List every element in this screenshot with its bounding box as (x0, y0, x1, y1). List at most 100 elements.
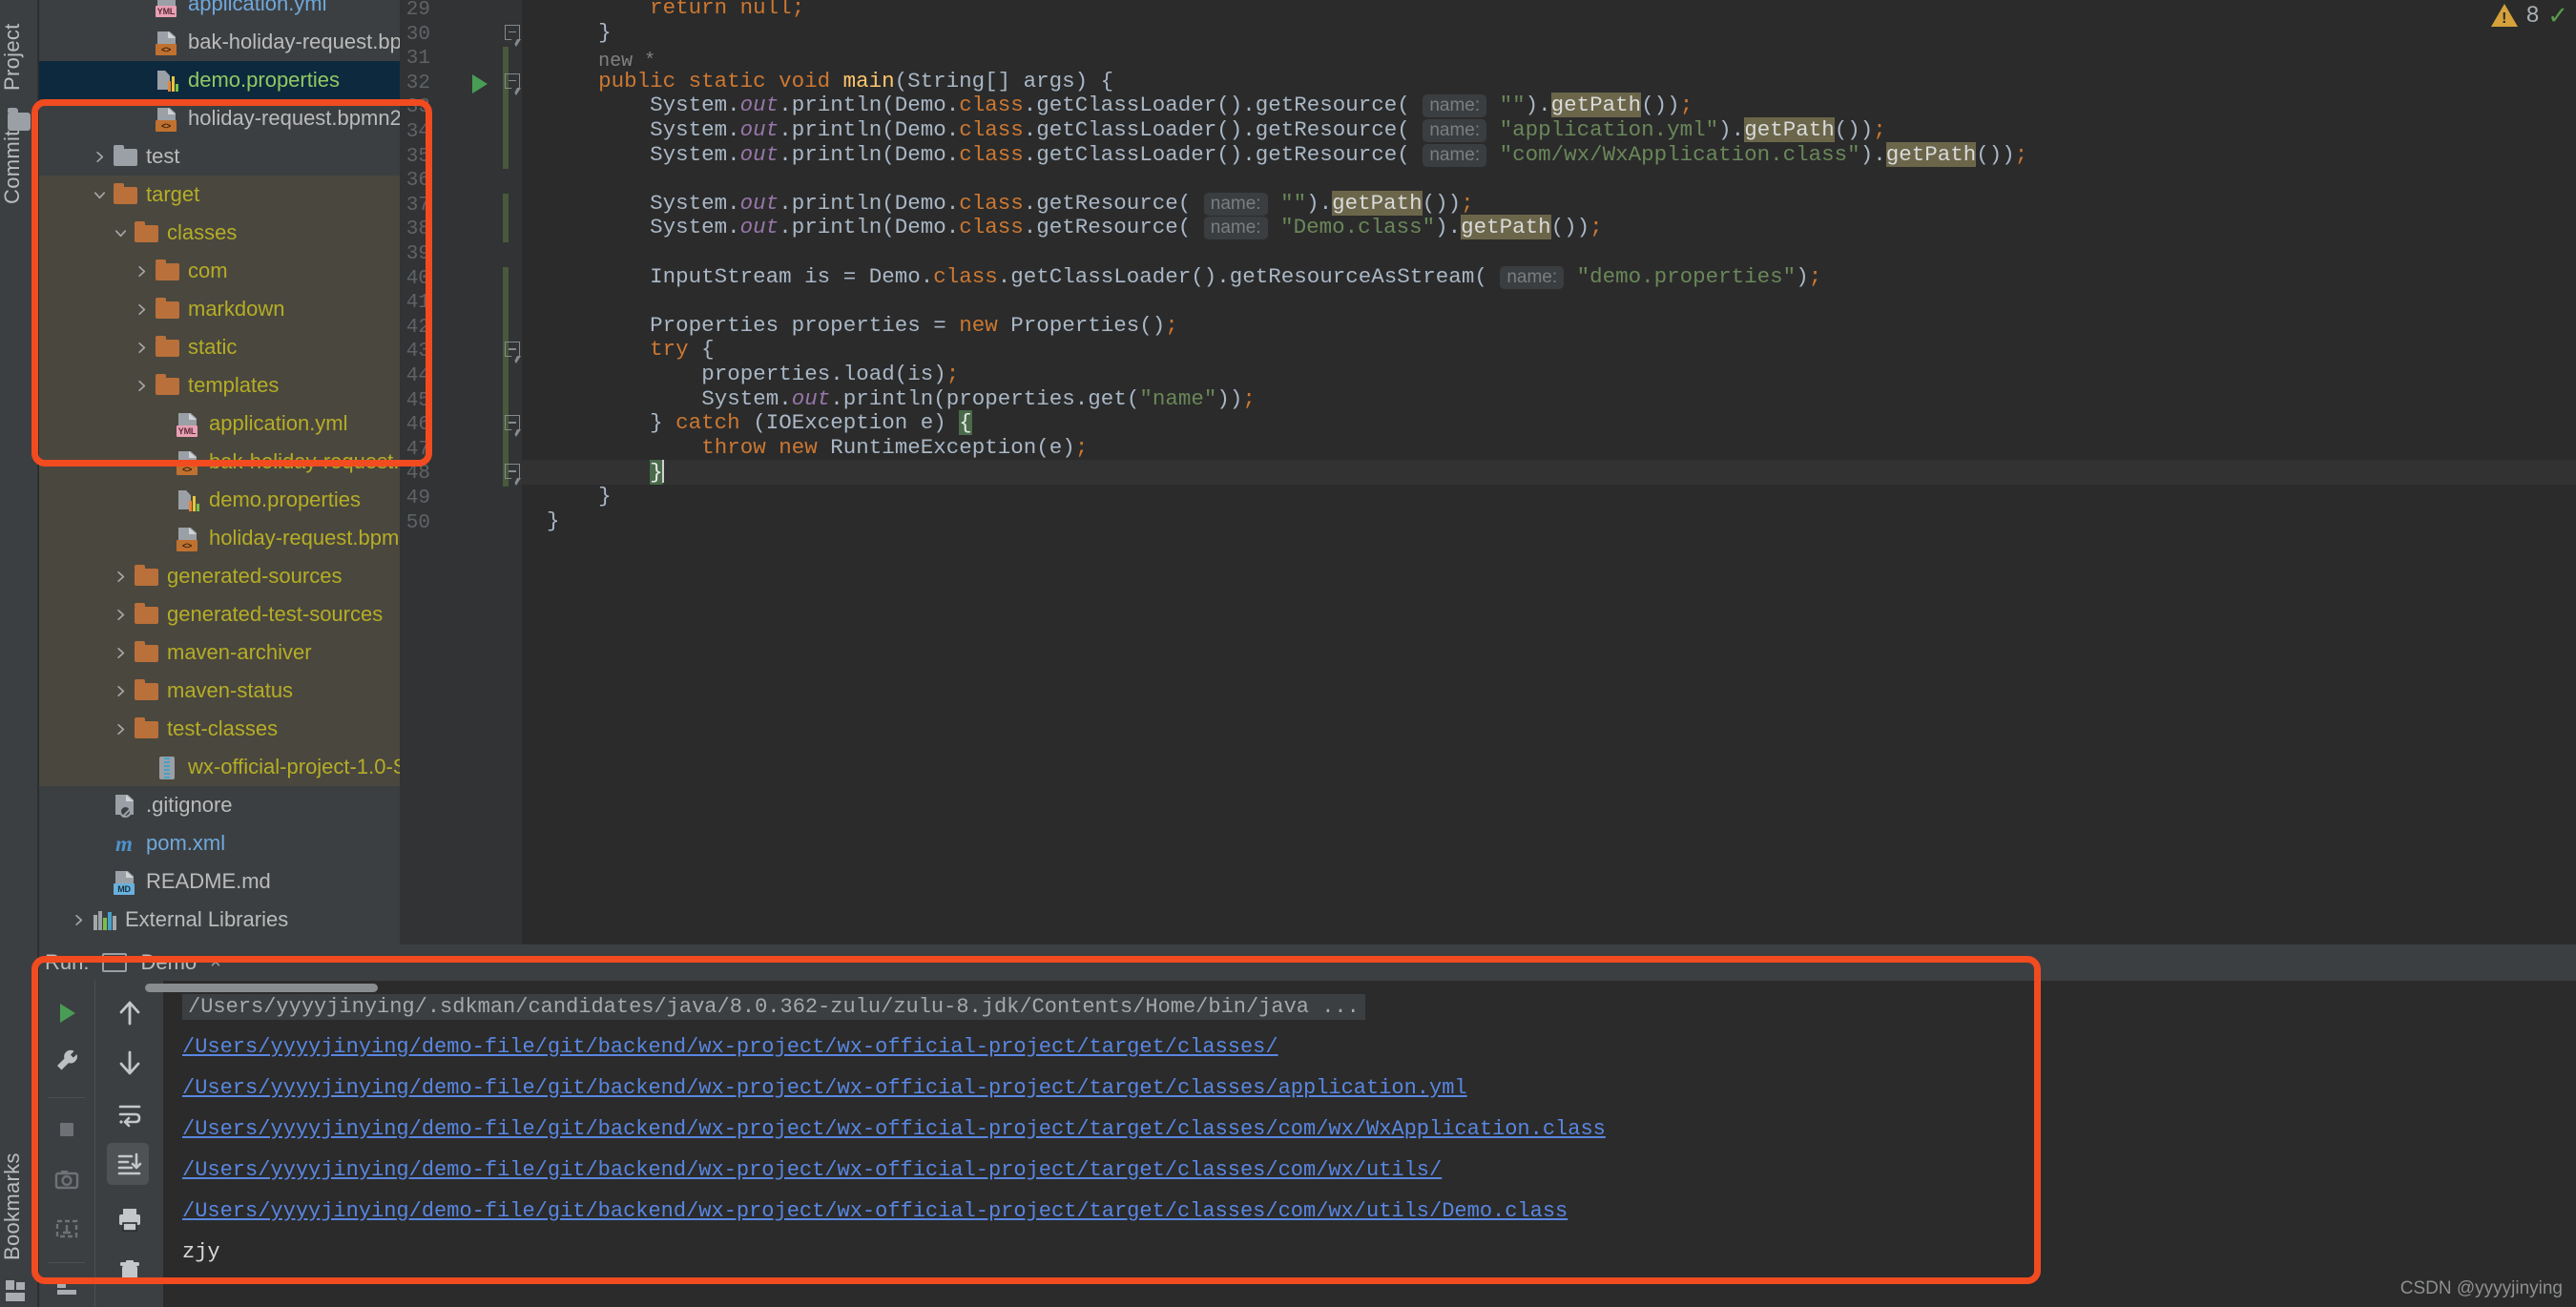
tree-row[interactable]: YML application.yml (39, 405, 400, 443)
console-output[interactable]: /Users/yyyyjinying/.sdkman/candidates/ja… (163, 981, 2576, 1307)
tree-row[interactable]: demo.properties (39, 61, 400, 99)
tree-row[interactable]: static (39, 328, 400, 366)
code-line[interactable] (522, 240, 547, 265)
code-line[interactable]: try { (522, 338, 715, 363)
code-token: null (739, 0, 792, 20)
tree-row[interactable]: generated-sources (39, 557, 400, 595)
chevron-right-icon[interactable] (108, 646, 133, 660)
tree-row[interactable]: External Libraries (39, 901, 400, 939)
code-line[interactable]: System.out.println(Demo.class.getClassLo… (522, 117, 1886, 143)
tree-row[interactable]: <>holiday-request.bpmn20.xml (39, 519, 400, 557)
tree-row[interactable]: wx-official-project-1.0-SNAPSHOT.jar (39, 748, 400, 786)
code-fold-icon[interactable] (503, 24, 522, 48)
console-file-link[interactable]: /Users/yyyyjinying/demo-file/git/backend… (182, 1117, 1606, 1141)
code-line[interactable] (522, 45, 547, 70)
tool-button-commit[interactable]: Commit (0, 57, 38, 277)
code-line[interactable]: properties.load(is); (522, 362, 959, 387)
code-fold-icon[interactable] (503, 464, 522, 487)
rerun-icon[interactable] (50, 996, 84, 1030)
pin-icon[interactable] (50, 1272, 84, 1306)
chevron-right-icon[interactable] (129, 302, 154, 317)
chevron-right-icon[interactable] (108, 570, 133, 584)
stop-icon[interactable] (50, 1112, 84, 1147)
scroll-up-icon[interactable] (113, 996, 147, 1030)
code-fold-icon[interactable] (503, 415, 522, 438)
chevron-right-icon[interactable] (108, 608, 133, 622)
inspection-widget[interactable]: 8 ✓ (2490, 2, 2568, 29)
console-file-link[interactable]: /Users/yyyyjinying/demo-file/git/backend… (182, 1035, 1278, 1059)
project-tree[interactable]: YML application.yml <> bak-holiday-request.… (39, 0, 400, 944)
code-line[interactable]: System.out.println(Demo.class.getResourc… (522, 215, 1603, 240)
close-icon[interactable]: × (210, 952, 221, 974)
console-file-link[interactable]: /Users/yyyyjinying/demo-file/git/backend… (182, 1158, 1442, 1182)
chevron-right-icon[interactable] (87, 150, 112, 164)
tree-row[interactable]: markdown (39, 290, 400, 328)
wrench-icon[interactable] (50, 1044, 84, 1078)
tree-row[interactable]: maven-archiver (39, 633, 400, 672)
tool-button-bookmarks[interactable]: Bookmarks (0, 1107, 38, 1307)
run-tab-demo[interactable]: Demo (140, 950, 197, 975)
chevron-right-icon[interactable] (129, 379, 154, 393)
chevron-down-icon[interactable] (108, 226, 133, 240)
code-line[interactable]: Properties properties = new Properties()… (522, 313, 1178, 339)
tree-row[interactable]: com (39, 252, 400, 290)
gitignore-file-icon (112, 793, 140, 818)
tree-row[interactable]: maven-status (39, 672, 400, 710)
chevron-right-icon[interactable] (129, 341, 154, 355)
code-line[interactable]: } (522, 460, 2576, 486)
scroll-to-end-icon[interactable] (113, 1147, 147, 1181)
camera-icon[interactable] (50, 1162, 84, 1196)
layout-icon[interactable] (50, 1212, 84, 1246)
tree-row[interactable]: test (39, 137, 400, 176)
tree-row[interactable]: YML application.yml (39, 0, 400, 23)
print-icon[interactable] (113, 1202, 147, 1236)
tree-row[interactable]: <>bak-holiday-request.bpmn20.xml (39, 23, 400, 61)
code-fold-icon[interactable] (503, 342, 522, 364)
code-line[interactable]: return null; (522, 0, 804, 21)
code-line[interactable] (522, 289, 547, 314)
run-toolbar-console[interactable] (94, 981, 163, 1307)
code-line[interactable] (522, 167, 547, 192)
console-file-link[interactable]: /Users/yyyyjinying/demo-file/git/backend… (182, 1076, 1467, 1100)
tree-row[interactable]: demo.properties (39, 481, 400, 519)
run-toolbar-left[interactable] (39, 981, 94, 1307)
code-line[interactable]: } (522, 508, 560, 534)
bookmark-icon (6, 1280, 27, 1303)
tree-row[interactable]: target (39, 176, 400, 214)
scroll-down-icon[interactable] (113, 1046, 147, 1080)
code-line[interactable]: } (522, 484, 612, 509)
clear-all-icon[interactable] (113, 1255, 147, 1290)
console-file-link[interactable]: /Users/yyyyjinying/demo-file/git/backend… (182, 1199, 1568, 1223)
tree-row[interactable]: .gitignore (39, 786, 400, 824)
chevron-right-icon[interactable] (129, 264, 154, 279)
tree-row[interactable]: templates (39, 366, 400, 405)
tree-row[interactable]: generated-test-sources (39, 595, 400, 633)
chevron-right-icon[interactable] (108, 684, 133, 698)
code-line[interactable]: } (522, 20, 612, 46)
code-line[interactable]: System.out.println(Demo.class.getResourc… (522, 190, 1474, 217)
code-line[interactable]: System.out.println(properties.get("name"… (522, 385, 1256, 412)
code-fold-icon[interactable] (503, 73, 522, 96)
tree-row[interactable]: m pom.xml (39, 824, 400, 862)
run-gutter-marker[interactable] (472, 73, 488, 93)
chevron-right-icon[interactable] (108, 722, 133, 736)
editor-gutter[interactable]: 29 30 31 32 33 34 35 36 37 38 39 40 41 42 43 44 45 46 47 48… (400, 0, 522, 944)
code-line[interactable]: throw new RuntimeException(e); (522, 435, 1088, 461)
tree-row[interactable]: MD README.md (39, 862, 400, 901)
tree-row[interactable]: <>holiday-request.bpmn20.xml (39, 99, 400, 137)
code-line[interactable]: InputStream is = Demo.class.getClassLoad… (522, 264, 1821, 290)
code-line[interactable]: System.out.println(Demo.class.getClassLo… (522, 141, 2028, 168)
code-line[interactable]: public static void main(String[] args) { (522, 69, 1113, 94)
chevron-down-icon[interactable] (87, 188, 112, 202)
code-line[interactable]: System.out.println(Demo.class.getClassLo… (522, 93, 1693, 118)
console-horizontal-scrollbar[interactable] (145, 984, 378, 992)
code-line[interactable]: } catch (IOException e) { (522, 410, 972, 436)
code-token: ; (2014, 141, 2028, 167)
soft-wrap-icon[interactable] (113, 1097, 147, 1131)
tree-row[interactable]: <>bak-holiday-request.bpmn20.xml (39, 443, 400, 481)
tree-row[interactable]: classes (39, 214, 400, 252)
chevron-right-icon[interactable] (66, 913, 91, 927)
code-editor[interactable]: new * return null;} public static void mai… (522, 0, 2576, 944)
tree-row[interactable]: test-classes (39, 710, 400, 748)
code-token: .println(properties.get( (830, 385, 1140, 411)
